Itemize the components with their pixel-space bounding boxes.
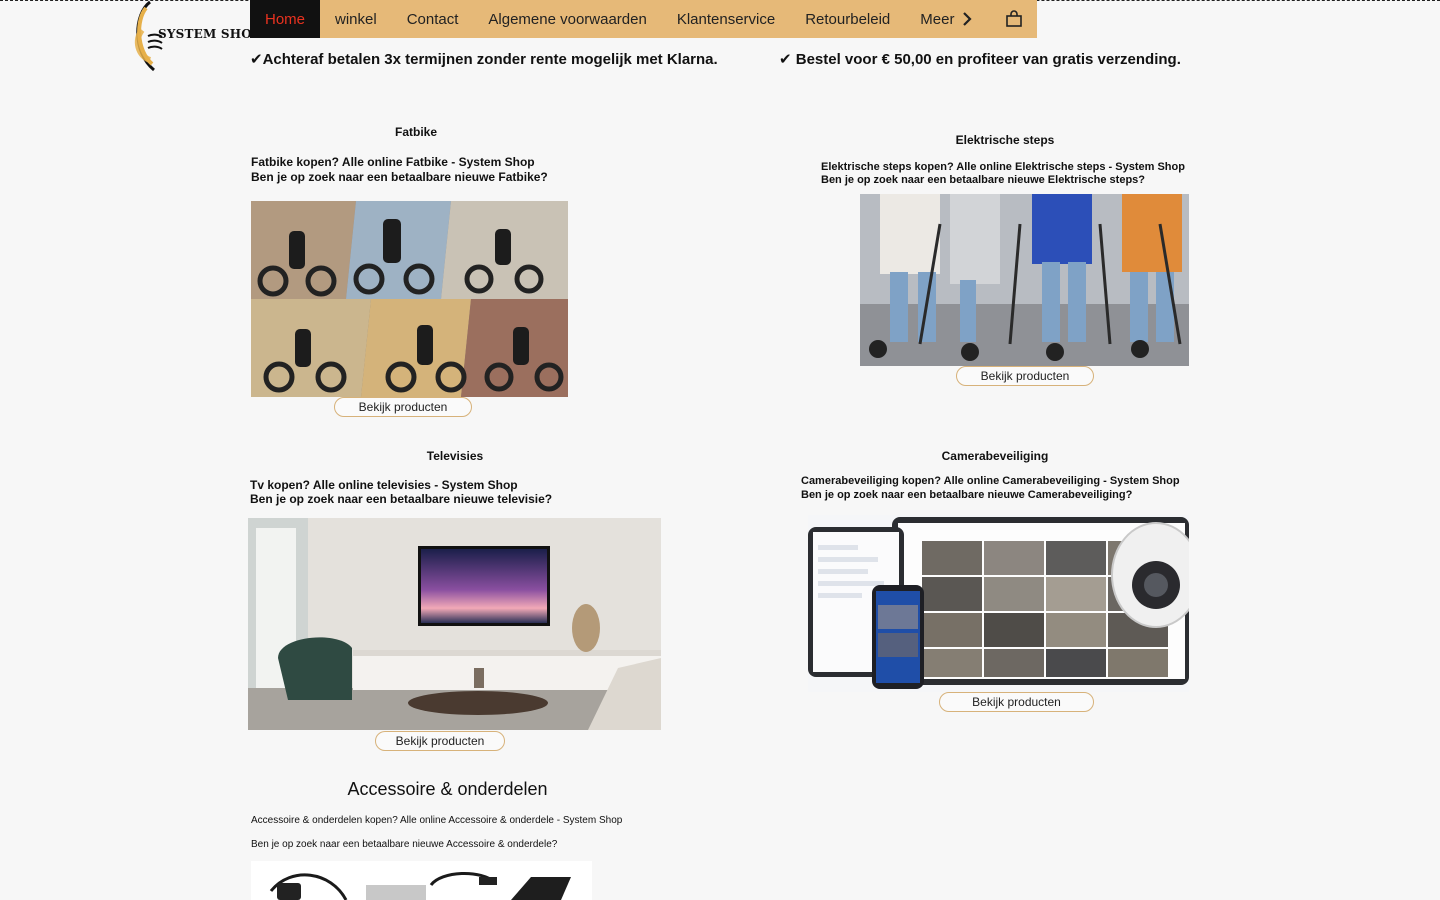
accessoire-image[interactable]: [251, 861, 592, 900]
camera-line2: Ben je op zoek naar een betaalbare nieuw…: [801, 489, 1133, 501]
accessoire-line2: Ben je op zoek naar een betaalbare nieuw…: [251, 839, 558, 850]
camera-line1: Camerabeveiliging kopen? Alle online Cam…: [801, 475, 1180, 487]
logo-text: SYSTEM SHOP: [158, 27, 262, 41]
nav-item-meer[interactable]: Meer: [905, 0, 960, 38]
accessoire-line1: Accessoire & onderdelen kopen? Alle onli…: [251, 815, 623, 826]
chevron-right-icon[interactable]: [960, 0, 978, 38]
camera-image[interactable]: [808, 515, 1189, 692]
tv-line2: Ben je op zoek naar een betaalbare nieuw…: [250, 492, 553, 506]
steps-image[interactable]: [860, 194, 1189, 366]
tv-button[interactable]: Bekijk producten: [375, 731, 505, 751]
steps-title: Elektrische steps: [955, 133, 1055, 147]
promo-klarna: ✔Achteraf betalen 3x termijnen zonder re…: [250, 51, 718, 68]
tv-title: Televisies: [426, 449, 484, 463]
fatbike-title: Fatbike: [394, 125, 437, 139]
tv-line1: Tv kopen? Alle online televisies - Syste…: [250, 478, 518, 492]
accessoire-title: Accessoire & onderdelen: [347, 779, 548, 799]
camera-title: Camerabeveiliging: [941, 449, 1049, 463]
steps-line1: Elektrische steps kopen? Alle online Ele…: [821, 161, 1185, 173]
promo-free-shipping: ✔ Bestel voor € 50,00 en profiteer van g…: [779, 51, 1181, 68]
fatbike-image[interactable]: [251, 201, 568, 397]
camera-button[interactable]: Bekijk producten: [939, 692, 1094, 712]
main-nav: Home winkel Contact Algemene voorwaarden…: [250, 0, 1037, 38]
nav-item-algemene-voorwaarden[interactable]: Algemene voorwaarden: [473, 0, 661, 38]
fatbike-line1: Fatbike kopen? Alle online Fatbike - Sys…: [251, 155, 535, 169]
steps-button[interactable]: Bekijk producten: [956, 366, 1094, 386]
site-logo[interactable]: SYSTEM SHOP: [128, 0, 261, 74]
nav-item-klantenservice[interactable]: Klantenservice: [662, 0, 790, 38]
nav-item-retourbeleid[interactable]: Retourbeleid: [790, 0, 905, 38]
fatbike-line2: Ben je op zoek naar een betaalbare nieuw…: [251, 170, 548, 184]
tv-image[interactable]: [248, 518, 661, 730]
nav-item-home[interactable]: Home: [250, 0, 320, 38]
nav-item-winkel[interactable]: winkel: [320, 0, 392, 38]
shopping-bag-icon[interactable]: [1005, 0, 1037, 38]
steps-line2: Ben je op zoek naar een betaalbare nieuw…: [821, 174, 1146, 186]
fatbike-button[interactable]: Bekijk producten: [334, 397, 472, 417]
nav-item-contact[interactable]: Contact: [392, 0, 474, 38]
